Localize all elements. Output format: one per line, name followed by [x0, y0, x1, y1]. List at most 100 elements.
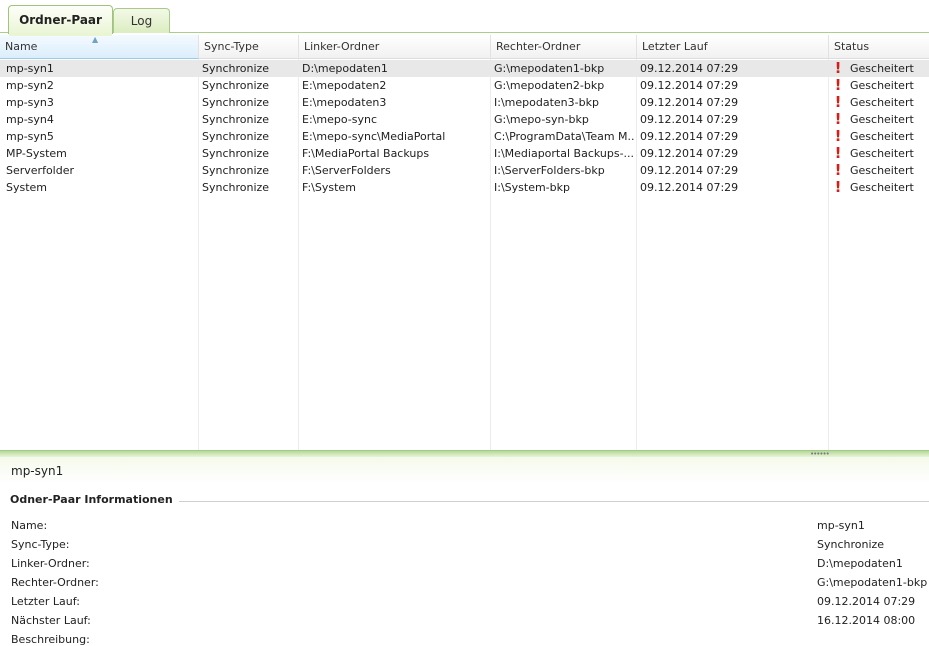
detail-title: mp-syn1	[11, 464, 64, 478]
info-value-next-run: 16.12.2014 08:00	[817, 614, 916, 627]
table-row[interactable]: mp-syn4 Synchronize E:\mepo-sync G:\mepo…	[0, 111, 929, 128]
table-row[interactable]: MP-System Synchronize F:\MediaPortal Bac…	[0, 145, 929, 162]
column-header-last-run[interactable]: Letzter Lauf	[637, 35, 829, 59]
cell-name: mp-syn3	[6, 96, 54, 109]
cell-right-folder: I:\ServerFolders-bkp	[494, 164, 605, 177]
error-exclamation-icon: !	[834, 161, 842, 179]
tab-log-label: Log	[130, 14, 153, 28]
info-label-last-run: Letzter Lauf:	[11, 595, 80, 608]
cell-left-folder: F:\ServerFolders	[302, 164, 391, 177]
cell-status: Gescheitert	[850, 96, 914, 109]
error-exclamation-icon: !	[834, 127, 842, 145]
column-header-sync-type-label: Sync-Type	[204, 40, 259, 53]
info-value-last-run: 09.12.2014 07:29	[817, 595, 916, 608]
table-row[interactable]: Serverfolder Synchronize F:\ServerFolder…	[0, 162, 929, 179]
tab-ordner-paar-label: Ordner-Paar	[19, 13, 102, 27]
table-row[interactable]: mp-syn2 Synchronize E:\mepodaten2 G:\mep…	[0, 77, 929, 94]
cell-last-run: 09.12.2014 07:29	[640, 130, 739, 143]
cell-left-folder: E:\mepo-sync\MediaPortal	[302, 130, 446, 143]
error-exclamation-icon: !	[834, 93, 842, 111]
column-header-right-folder-label: Rechter-Ordner	[496, 40, 581, 53]
cell-status: Gescheitert	[850, 181, 914, 194]
cell-name: System	[6, 181, 48, 194]
error-exclamation-icon: !	[834, 76, 842, 94]
cell-last-run: 09.12.2014 07:29	[640, 181, 739, 194]
cell-status: Gescheitert	[850, 62, 914, 75]
info-label-sync-type: Sync-Type:	[11, 538, 70, 551]
info-value-right-folder: G:\mepodaten1-bkp	[817, 576, 928, 589]
group-header: Odner-Paar Informationen	[10, 493, 179, 506]
cell-right-folder: G:\mepo-syn-bkp	[494, 113, 589, 126]
folder-pair-grid: ▲ Name Sync-Type Linker-Ordner Rechter-O…	[0, 35, 929, 450]
cell-left-folder: E:\mepo-sync	[302, 113, 377, 126]
table-row[interactable]: mp-syn1 Synchronize D:\mepodaten1 G:\mep…	[0, 60, 929, 77]
table-row[interactable]: System Synchronize F:\System I:\System-b…	[0, 179, 929, 196]
column-header-right-folder[interactable]: Rechter-Ordner	[491, 35, 637, 59]
cell-sync-type: Synchronize	[202, 130, 270, 143]
tab-bar: Ordner-Paar Log	[0, 0, 929, 36]
column-header-left-folder-label: Linker-Ordner	[304, 40, 380, 53]
table-row[interactable]: mp-syn5 Synchronize E:\mepo-sync\MediaPo…	[0, 128, 929, 145]
cell-status: Gescheitert	[850, 79, 914, 92]
tab-ordner-paar[interactable]: Ordner-Paar	[8, 5, 113, 36]
error-exclamation-icon: !	[834, 59, 842, 77]
cell-last-run: 09.12.2014 07:29	[640, 62, 739, 75]
column-header-sync-type[interactable]: Sync-Type	[199, 35, 299, 59]
cell-right-folder: I:\mepodaten3-bkp	[494, 96, 599, 109]
grid-rows: mp-syn1 Synchronize D:\mepodaten1 G:\mep…	[0, 60, 929, 196]
info-label-description: Beschreibung:	[11, 633, 90, 646]
info-value-name: mp-syn1	[817, 519, 865, 532]
info-value-sync-type: Synchronize	[817, 538, 885, 551]
grid-header: ▲ Name Sync-Type Linker-Ordner Rechter-O…	[0, 35, 929, 59]
cell-name: mp-syn1	[6, 62, 54, 75]
error-exclamation-icon: !	[834, 110, 842, 128]
cell-left-folder: F:\System	[302, 181, 356, 194]
cell-sync-type: Synchronize	[202, 113, 270, 126]
cell-last-run: 09.12.2014 07:29	[640, 79, 739, 92]
cell-last-run: 09.12.2014 07:29	[640, 164, 739, 177]
cell-status: Gescheitert	[850, 164, 914, 177]
column-header-left-folder[interactable]: Linker-Ordner	[299, 35, 491, 59]
cell-right-folder: G:\mepodaten2-bkp	[494, 79, 605, 92]
error-exclamation-icon: !	[834, 178, 842, 196]
column-header-last-run-label: Letzter Lauf	[642, 40, 708, 53]
cell-name: mp-syn4	[6, 113, 54, 126]
cell-left-folder: F:\MediaPortal Backups	[302, 147, 430, 160]
cell-sync-type: Synchronize	[202, 96, 270, 109]
cell-last-run: 09.12.2014 07:29	[640, 96, 739, 109]
cell-sync-type: Synchronize	[202, 79, 270, 92]
cell-sync-type: Synchronize	[202, 164, 270, 177]
tab-log[interactable]: Log	[113, 8, 170, 33]
column-header-status[interactable]: Status	[829, 35, 929, 59]
cell-left-folder: D:\mepodaten1	[302, 62, 388, 75]
cell-name: MP-System	[6, 147, 67, 160]
cell-sync-type: Synchronize	[202, 62, 270, 75]
cell-last-run: 09.12.2014 07:29	[640, 113, 739, 126]
pane-splitter[interactable]: ••••••	[0, 450, 929, 458]
cell-left-folder: E:\mepodaten2	[302, 79, 387, 92]
cell-status: Gescheitert	[850, 130, 914, 143]
cell-name: mp-syn5	[6, 130, 54, 143]
info-label-name: Name:	[11, 519, 48, 532]
cell-name: Serverfolder	[6, 164, 75, 177]
info-value-left-folder: D:\mepodaten1	[817, 557, 903, 570]
cell-right-folder: G:\mepodaten1-bkp	[494, 62, 605, 75]
cell-right-folder: C:\ProgramData\Team M...	[494, 130, 634, 143]
cell-last-run: 09.12.2014 07:29	[640, 147, 739, 160]
table-row[interactable]: mp-syn3 Synchronize E:\mepodaten3 I:\mep…	[0, 94, 929, 111]
cell-status: Gescheitert	[850, 113, 914, 126]
column-header-status-label: Status	[834, 40, 870, 53]
detail-header: mp-syn1	[0, 457, 929, 484]
info-label-left-folder: Linker-Ordner:	[11, 557, 90, 570]
error-exclamation-icon: !	[834, 144, 842, 162]
cell-sync-type: Synchronize	[202, 147, 270, 160]
column-header-name[interactable]: ▲ Name	[0, 35, 199, 59]
cell-right-folder: I:\Mediaportal Backups-...	[494, 147, 634, 160]
cell-name: mp-syn2	[6, 79, 54, 92]
cell-status: Gescheitert	[850, 147, 914, 160]
cell-sync-type: Synchronize	[202, 181, 270, 194]
column-header-name-label: Name	[5, 40, 38, 53]
cell-left-folder: E:\mepodaten3	[302, 96, 387, 109]
cell-right-folder: I:\System-bkp	[494, 181, 570, 194]
info-label-next-run: Nächster Lauf:	[11, 614, 91, 627]
